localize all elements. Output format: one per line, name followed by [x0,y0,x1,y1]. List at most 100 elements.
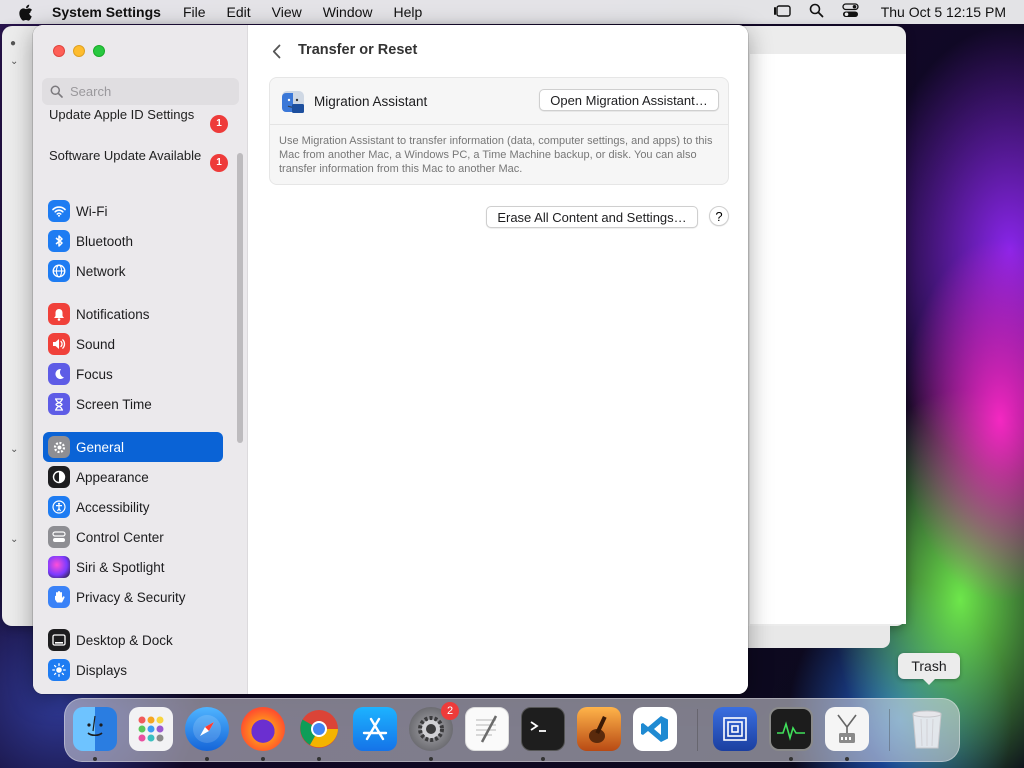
close-button[interactable] [53,45,65,57]
dock-separator [889,709,890,751]
sidebar-item-appearance[interactable]: Appearance [43,462,223,492]
garageband-icon[interactable] [577,707,621,751]
tooltip-arrow [922,678,936,685]
textedit-icon[interactable] [465,707,509,751]
wifi-icon [48,200,70,222]
sidebar-item-label: Displays [76,662,128,678]
notice-label: Update Apple ID Settings [49,107,195,122]
running-indicator [429,757,433,761]
bell-icon [48,303,70,325]
sidebar-item-accessibility[interactable]: Accessibility [43,492,223,522]
sidebar-item-label: Notifications [76,306,150,322]
globe-icon [48,260,70,282]
help-button[interactable]: ? [709,206,729,226]
sidebar-item-label: Screen Time [76,396,152,412]
finder-icon[interactable] [73,707,117,751]
update-apple-id-notice[interactable]: Update Apple ID Settings 1 [49,107,234,133]
sidebar-item-siri-spotlight[interactable]: Siri & Spotlight [43,552,223,582]
migration-description: Use Migration Assistant to transfer info… [279,135,713,175]
running-indicator [317,757,321,761]
chrome-icon[interactable] [297,707,341,751]
running-indicator [789,757,793,761]
app-store-icon[interactable] [353,707,397,751]
background-close-icon: ● [10,38,17,49]
background-disclosure-icon: ⌄ [10,56,19,67]
app-menu[interactable]: System Settings [52,4,161,20]
notification-badge: 1 [210,154,228,172]
sidebar-item-notifications[interactable]: Notifications [43,299,223,329]
search-field[interactable] [42,78,239,105]
background-window-pane [750,54,906,624]
spotlight-search-icon[interactable] [809,3,824,21]
minimize-button[interactable] [73,45,85,57]
running-indicator [845,757,849,761]
sidebar-item-displays[interactable]: Displays [43,655,223,685]
page-title: Transfer or Reset [298,42,418,58]
open-migration-assistant-button[interactable]: Open Migration Assistant… [539,89,719,111]
window-controls [53,45,105,57]
menu-file[interactable]: File [183,4,206,20]
vscode-icon[interactable] [633,707,677,751]
terminal-icon[interactable] [521,707,565,751]
clock[interactable]: Thu Oct 5 12:15 PM [881,4,1006,20]
firefox-icon[interactable] [241,707,285,751]
sidebar-item-screen-time[interactable]: Screen Time [43,389,223,419]
safari-icon[interactable] [185,707,229,751]
menu-edit[interactable]: Edit [227,4,251,20]
control-center-menu-icon[interactable] [842,3,859,21]
sidebar: Update Apple ID Settings 1 Software Upda… [33,25,248,694]
notification-badge: 2 [441,702,459,720]
launchpad-icon[interactable] [129,707,173,751]
sidebar-item-label: Control Center [76,529,164,545]
sun-icon [48,659,70,681]
sidebar-item-desktop-dock[interactable]: Desktop & Dock [43,625,223,655]
app-icon[interactable] [713,707,757,751]
system-settings-window: Update Apple ID Settings 1 Software Upda… [33,25,748,694]
dock-separator [697,709,698,751]
erase-all-content-button[interactable]: Erase All Content and Settings… [486,206,698,228]
menu-help[interactable]: Help [394,4,423,20]
menu-bar: System Settings File Edit View Window He… [0,0,1024,24]
sidebar-item-label: Network [76,263,126,279]
sidebar-item-privacy-security[interactable]: Privacy & Security [43,582,223,612]
menu-view[interactable]: View [272,4,302,20]
back-chevron-icon[interactable] [268,41,284,61]
dock-icon [48,629,70,651]
sidebar-scrollbar[interactable] [237,153,243,443]
bluetooth-icon [48,230,70,252]
apple-menu-icon[interactable] [18,4,36,21]
migration-assistant-icon [279,87,307,115]
control-center-icon [48,526,70,548]
sidebar-item-wifi[interactable]: Wi-Fi [43,196,223,226]
stage-manager-icon[interactable] [773,4,791,21]
system-information-icon[interactable] [825,707,869,751]
sidebar-item-label: Bluetooth [76,233,134,249]
dock-tooltip: Trash [898,653,960,679]
sidebar-item-network[interactable]: Network [43,256,223,286]
sidebar-item-control-center[interactable]: Control Center [43,522,223,552]
search-icon [50,85,63,98]
moon-icon [48,363,70,385]
search-input[interactable] [70,84,230,99]
sidebar-item-focus[interactable]: Focus [43,359,223,389]
menu-window[interactable]: Window [323,4,373,20]
sidebar-item-label: Siri & Spotlight [76,559,165,575]
background-window-footer [748,626,890,648]
speaker-icon [48,333,70,355]
sidebar-item-label: Appearance [76,469,149,485]
running-indicator [541,757,545,761]
software-update-notice[interactable]: Software Update Available 1 [49,148,234,172]
migration-assistant-card: Migration Assistant Open Migration Assis… [269,77,729,185]
accessibility-icon [48,496,70,518]
background-disclosure-icon: ⌄ [10,444,19,455]
sidebar-item-label: General [76,439,125,455]
sidebar-item-general[interactable]: General [43,432,223,462]
zoom-button[interactable] [93,45,105,57]
sidebar-item-bluetooth[interactable]: Bluetooth [43,226,223,256]
running-indicator [261,757,265,761]
gear-icon [48,436,70,458]
activity-monitor-icon[interactable] [769,707,813,751]
sidebar-item-label: Desktop & Dock [76,632,173,648]
trash-icon[interactable] [905,707,949,751]
sidebar-item-sound[interactable]: Sound [43,329,223,359]
